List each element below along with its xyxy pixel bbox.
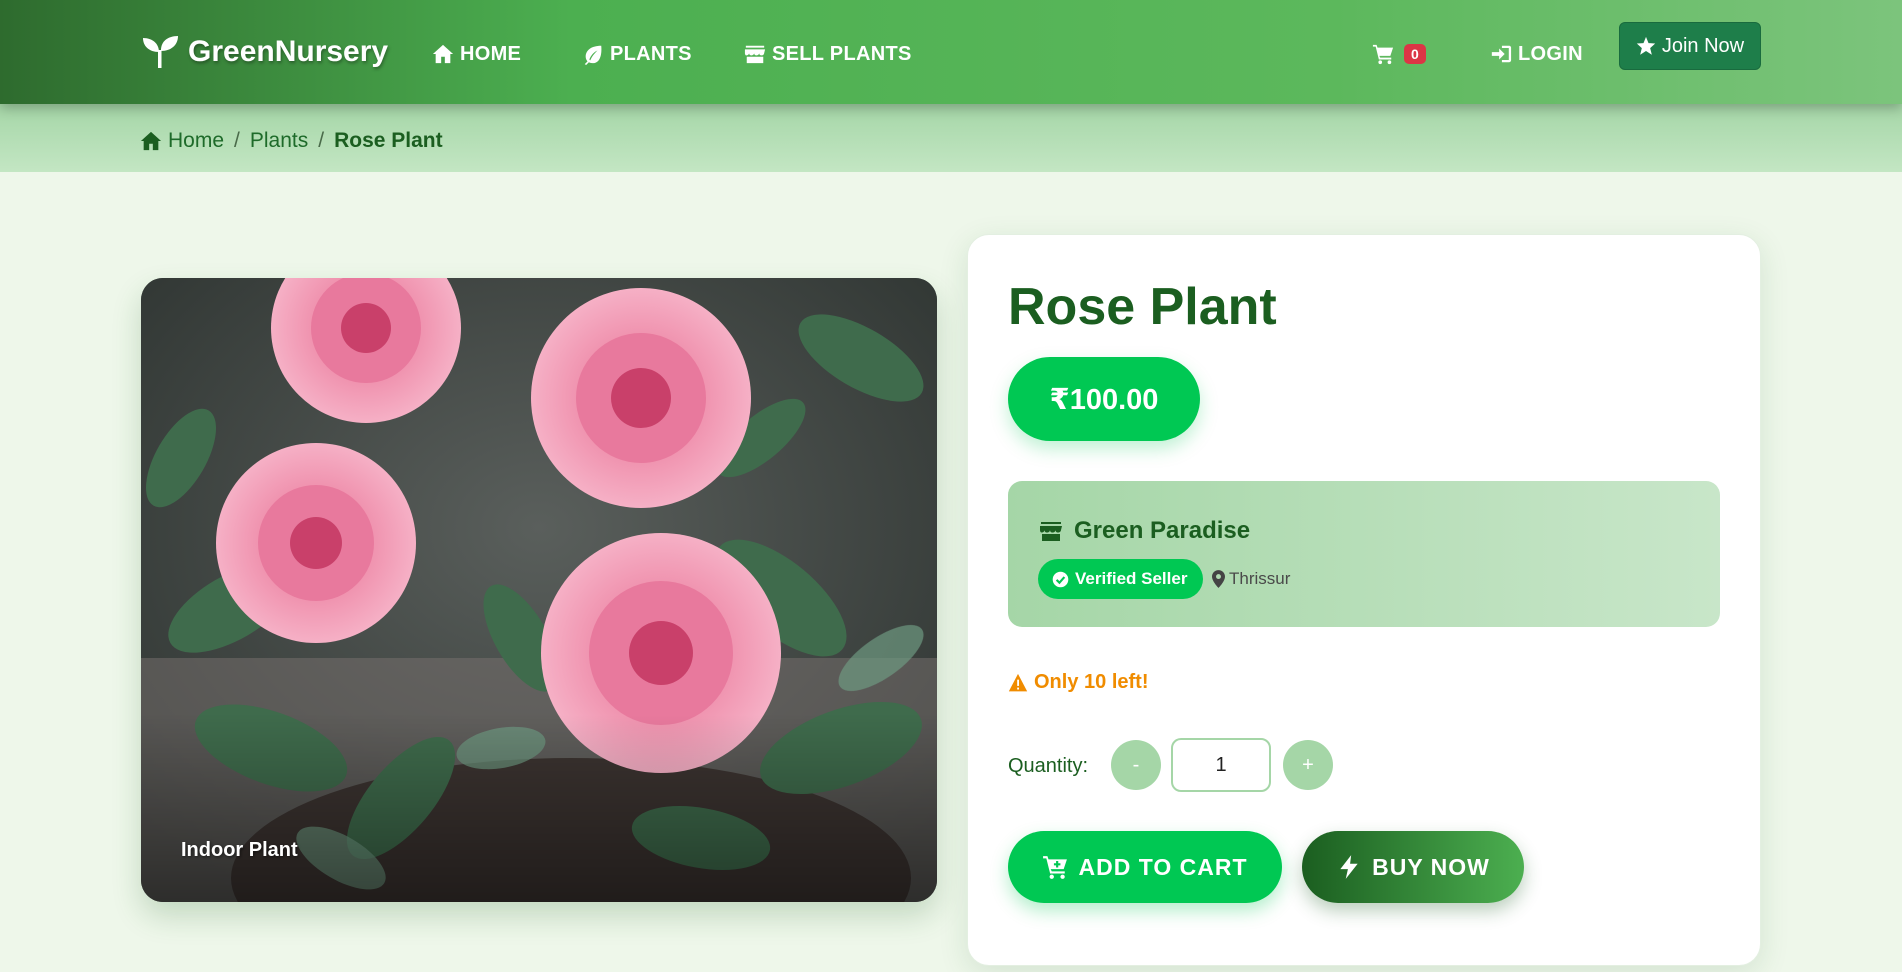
bolt-icon	[1340, 855, 1358, 879]
buy-now-button[interactable]: BUY NOW	[1302, 831, 1524, 903]
nav-sell-plants[interactable]: SELL PLANTS	[744, 38, 912, 70]
store-icon	[744, 45, 766, 64]
breadcrumb-home-label: Home	[168, 129, 225, 152]
breadcrumb-bar: Home / Plants / Rose Plant	[0, 104, 1902, 172]
nav-sell-label: SELL PLANTS	[772, 42, 912, 65]
join-now-button[interactable]: Join Now	[1619, 22, 1761, 70]
nav-home[interactable]: HOME	[432, 38, 521, 70]
breadcrumb-current: Rose Plant	[334, 129, 443, 152]
nav-home-label: HOME	[460, 42, 522, 65]
location-label: Thrissur	[1229, 569, 1291, 588]
map-marker-icon	[1212, 570, 1225, 588]
nav-plants-label: PLANTS	[610, 42, 692, 65]
stock-label: Only 10 left!	[1034, 671, 1149, 693]
seedling-icon	[143, 36, 178, 68]
store-icon	[1040, 522, 1062, 541]
quantity-decrease-button[interactable]: -	[1111, 740, 1161, 790]
star-icon	[1636, 36, 1656, 55]
leaf-icon	[584, 45, 602, 65]
product-image: Indoor Plant	[141, 278, 937, 902]
verified-label: Verified Seller	[1075, 569, 1188, 588]
cart-count-badge: 0	[1404, 44, 1427, 64]
breadcrumb-plants[interactable]: Plants	[250, 129, 308, 153]
quantity-increase-button[interactable]: +	[1283, 740, 1333, 790]
stock-warning: Only 10 left!	[1008, 671, 1148, 694]
breadcrumb-separator: /	[234, 129, 240, 152]
brand-logo[interactable]: GreenNursery	[140, 30, 388, 74]
seller-name-row: Green Paradise	[1038, 517, 1250, 545]
verified-seller-badge: Verified Seller	[1038, 559, 1204, 599]
quantity-input[interactable]	[1171, 738, 1271, 792]
buy-now-label: BUY NOW	[1372, 853, 1490, 880]
home-icon	[140, 131, 162, 151]
plant-category-tag: Indoor Plant	[181, 839, 298, 861]
add-to-cart-label: ADD TO CART	[1078, 853, 1248, 880]
join-now-label: Join Now	[1661, 34, 1745, 57]
price-badge: ₹100.00	[1008, 357, 1200, 441]
add-to-cart-button[interactable]: ADD TO CART	[1008, 831, 1282, 903]
nav-plants[interactable]: PLANTS	[582, 38, 692, 70]
cart-icon	[1372, 44, 1394, 65]
brand-name: GreenNursery	[188, 35, 389, 68]
check-circle-icon	[1052, 571, 1069, 587]
breadcrumb-plants-label: Plants	[249, 129, 309, 152]
breadcrumb: Home / Plants / Rose Plant	[140, 128, 443, 154]
nav-cart[interactable]: 0	[1372, 38, 1427, 70]
breadcrumb-home[interactable]: Home	[140, 129, 224, 153]
cart-plus-icon	[1043, 856, 1068, 879]
navbar: GreenNursery HOME PLANTS SELL PLANTS 0 L…	[0, 0, 1902, 104]
warning-icon	[1008, 673, 1028, 691]
product-title: Rose Plant	[1008, 278, 1277, 336]
seller-info: Green Paradise Verified Seller Thrissur	[1008, 481, 1720, 627]
product-details: Rose Plant ₹100.00 Green Paradise Verifi…	[967, 234, 1761, 966]
seller-name: Green Paradise	[1074, 517, 1251, 544]
nav-login[interactable]: LOGIN	[1490, 38, 1583, 70]
login-icon	[1491, 45, 1512, 63]
quantity-label: Quantity:	[1008, 755, 1089, 777]
nav-login-label: LOGIN	[1518, 42, 1583, 65]
rose-photo	[141, 278, 937, 902]
seller-location: Thrissur	[1212, 569, 1290, 589]
home-icon	[432, 44, 454, 64]
breadcrumb-separator: /	[318, 129, 325, 152]
